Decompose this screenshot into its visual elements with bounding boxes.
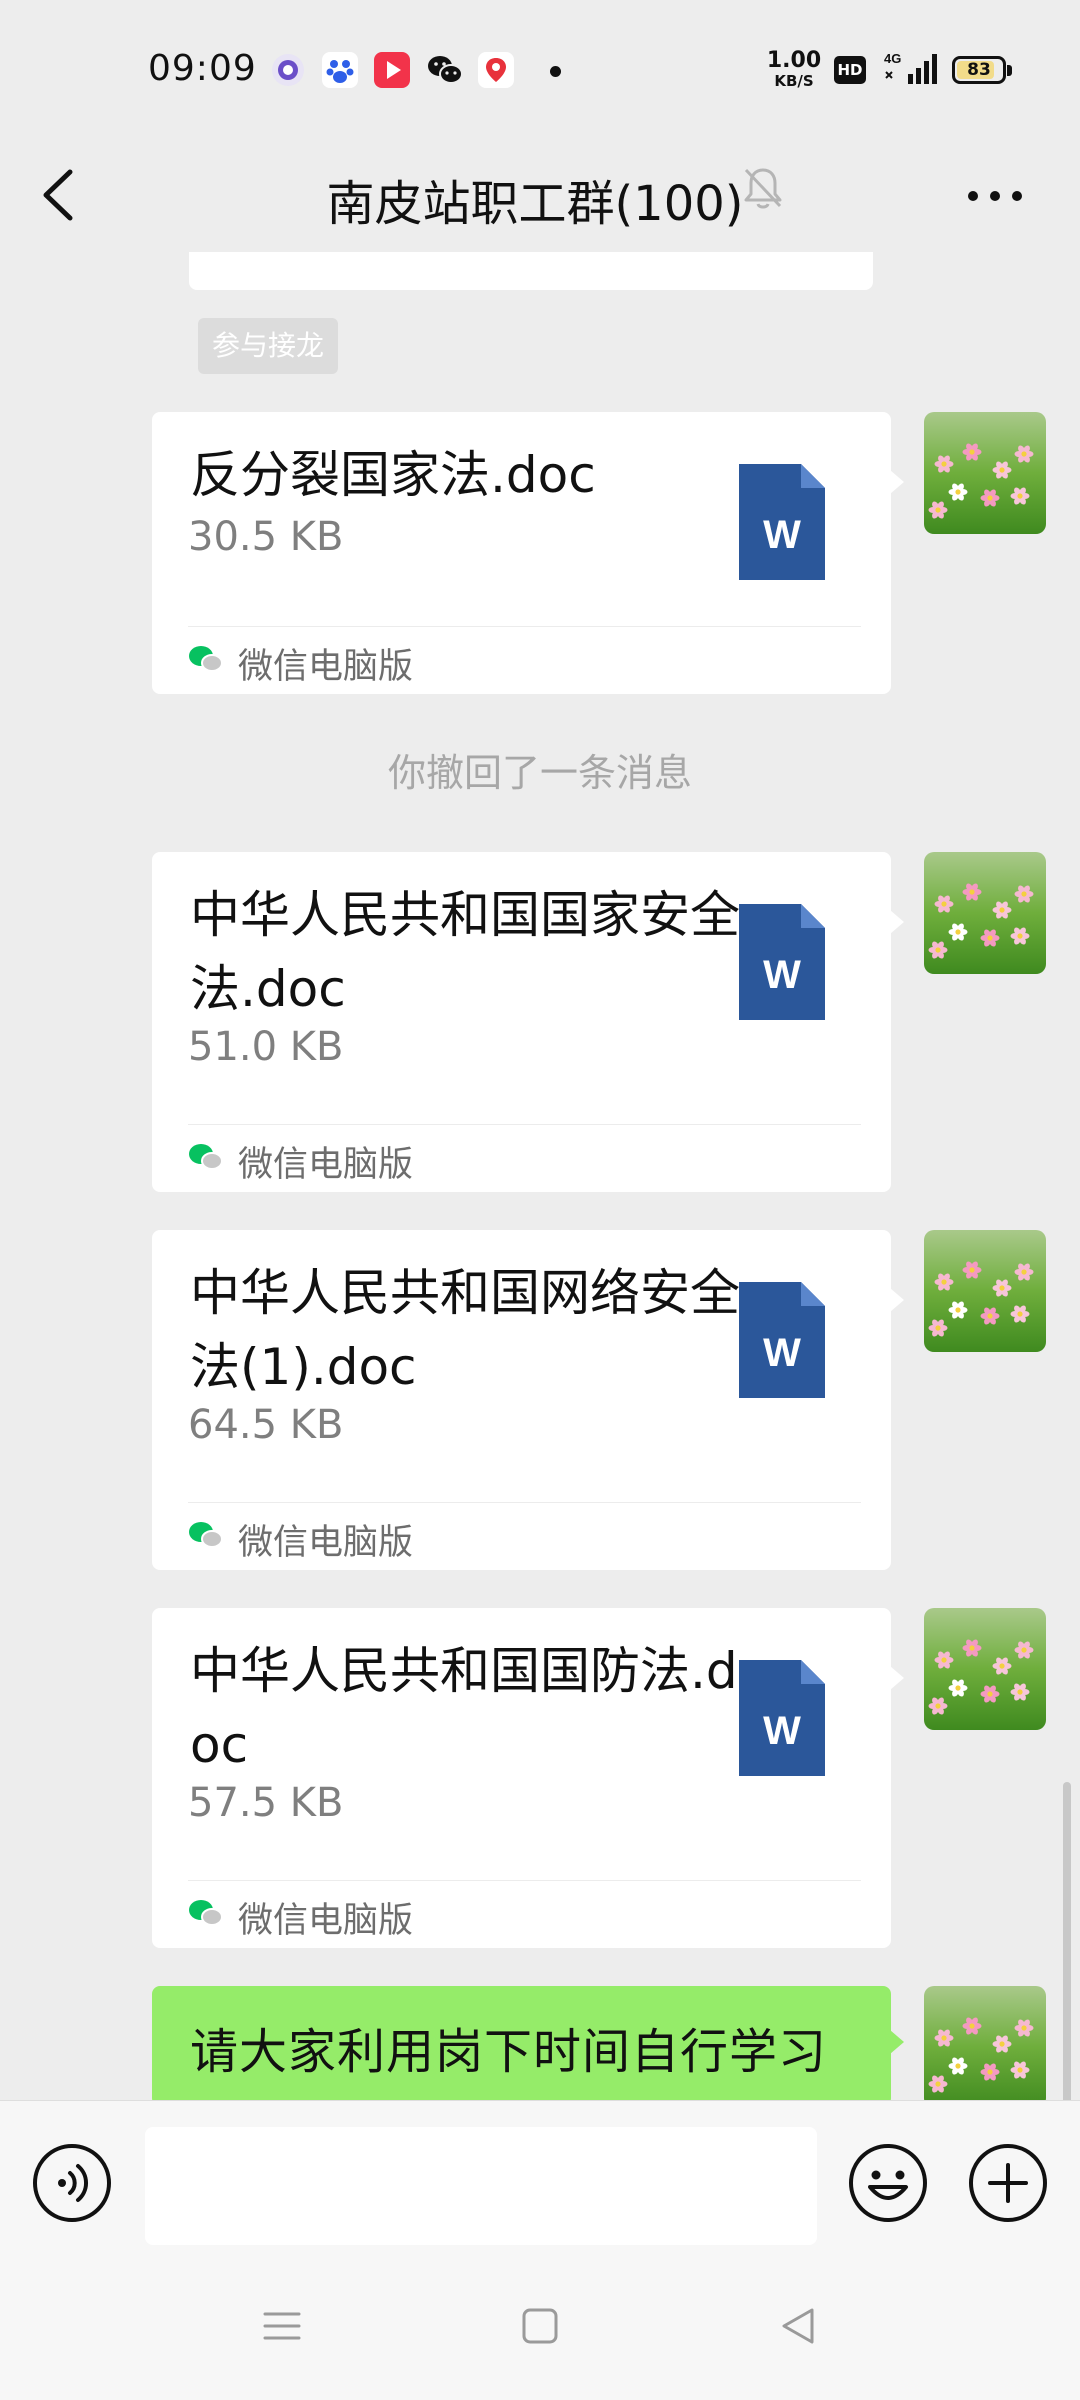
avatar[interactable]	[924, 1986, 1046, 2100]
baidu-icon	[322, 52, 358, 88]
wechat-small-icon	[188, 643, 224, 683]
purple-app-icon	[270, 52, 306, 88]
chat-header: 南皮站职工群(100)	[0, 140, 1080, 252]
join-solitaire-button[interactable]: 参与接龙	[198, 318, 339, 374]
file-name: 中华人民共和国国家安全法.doc	[190, 886, 740, 1018]
system-navigation-bar	[0, 2262, 1080, 2400]
word-document-icon: W	[739, 464, 825, 580]
message-list[interactable]: 参与接龙 反分裂国家法.doc 30.5 KB W 微信电脑版 你撤回了一条消息…	[0, 252, 1080, 2100]
battery-icon: 83	[952, 56, 1012, 84]
wechat-small-icon	[188, 1141, 224, 1181]
file-size: 64.5 KB	[188, 1402, 344, 1448]
home-icon[interactable]	[520, 2306, 560, 2350]
avatar[interactable]	[924, 1230, 1046, 1352]
menu-icon[interactable]	[262, 2306, 302, 2350]
file-message[interactable]: 中华人民共和国网络安全法(1).doc 64.5 KB W 微信电脑版	[152, 1230, 904, 1570]
text-message[interactable]: 请大家利用岗下时间自行学习	[152, 1986, 904, 2100]
chat-title: 南皮站职工群(100)	[326, 176, 744, 232]
signal-icon: 4G	[884, 50, 942, 90]
more-options-button[interactable]	[960, 166, 1030, 226]
file-source: 微信电脑版	[188, 1136, 413, 1186]
back-nav-icon[interactable]	[778, 2306, 818, 2350]
svg-text:W: W	[763, 1331, 801, 1375]
scrollbar[interactable]	[1063, 1782, 1071, 2100]
file-message[interactable]: 中华人民共和国国家安全法.doc 51.0 KB W 微信电脑版	[152, 852, 904, 1192]
svg-text:W: W	[763, 953, 801, 997]
word-document-icon: W	[739, 1282, 825, 1398]
network-type-label: 4G	[884, 51, 901, 66]
avatar[interactable]	[924, 1608, 1046, 1730]
mute-bell-icon	[740, 162, 786, 218]
word-document-icon: W	[739, 904, 825, 1020]
voice-input-button[interactable]	[32, 2143, 112, 2223]
file-size: 57.5 KB	[188, 1780, 344, 1826]
file-name: 反分裂国家法.doc	[190, 446, 596, 504]
file-message[interactable]: 反分裂国家法.doc 30.5 KB W 微信电脑版	[152, 412, 904, 694]
video-app-icon	[374, 52, 410, 88]
file-source: 微信电脑版	[188, 1892, 413, 1942]
avatar[interactable]	[924, 852, 1046, 974]
word-document-icon: W	[739, 1660, 825, 1776]
emoji-button[interactable]	[848, 2143, 928, 2223]
file-source: 微信电脑版	[188, 1514, 413, 1564]
file-size: 51.0 KB	[188, 1024, 344, 1070]
recall-notice: 你撤回了一条消息	[387, 751, 692, 795]
file-message[interactable]: 中华人民共和国国防法.doc 57.5 KB W 微信电脑版	[152, 1608, 904, 1948]
network-speed: 1.00 KB/S	[766, 48, 822, 90]
file-name: 中华人民共和国国防法.doc	[190, 1642, 738, 1774]
wechat-icon	[426, 52, 463, 88]
file-source: 微信电脑版	[188, 638, 413, 688]
more-notifications-dot	[550, 66, 561, 77]
partial-message-bubble[interactable]	[189, 252, 873, 290]
svg-text:W: W	[763, 513, 801, 557]
file-size: 30.5 KB	[188, 514, 344, 560]
svg-text:W: W	[763, 1709, 801, 1753]
status-time: 09:09	[148, 48, 257, 89]
wechat-small-icon	[188, 1897, 224, 1937]
battery-level: 83	[967, 60, 991, 80]
wechat-small-icon	[188, 1519, 224, 1559]
message-input[interactable]	[145, 2127, 817, 2245]
avatar[interactable]	[924, 412, 1046, 534]
hd-badge: HD	[834, 56, 866, 84]
file-name: 中华人民共和国网络安全法(1).doc	[190, 1264, 740, 1396]
input-bar	[0, 2100, 1080, 2262]
map-pin-icon	[478, 52, 514, 88]
status-bar: 09:09 1.00 KB/S HD 4G 83	[0, 0, 1080, 140]
more-functions-button[interactable]	[968, 2143, 1048, 2223]
message-text: 请大家利用岗下时间自行学习	[190, 2024, 828, 2080]
